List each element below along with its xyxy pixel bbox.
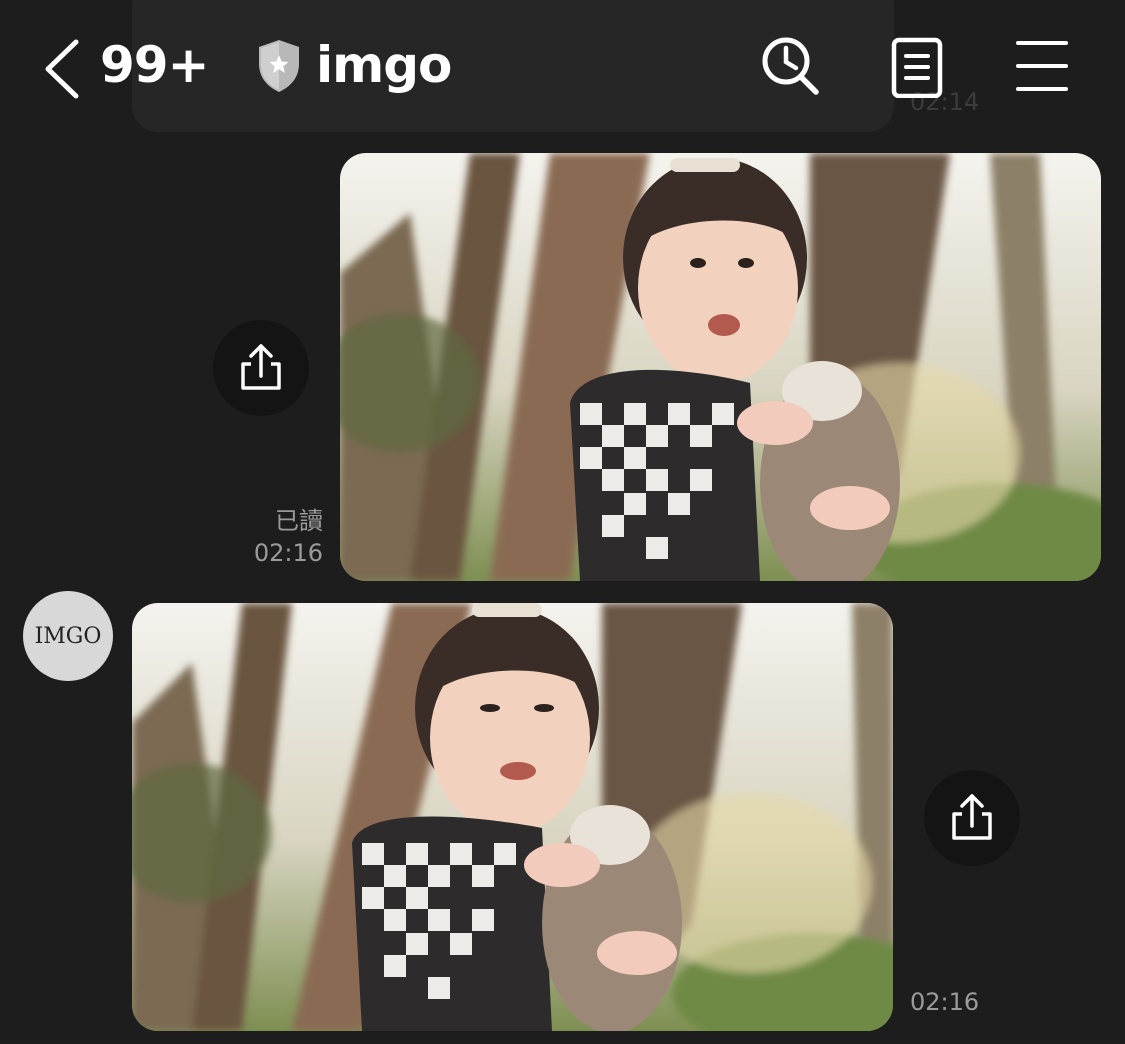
share-icon	[952, 794, 992, 840]
back-button[interactable]	[38, 34, 88, 104]
chat-header: 99+ imgo	[0, 0, 1125, 135]
sent-message-meta: 已讀 02:16	[254, 505, 323, 569]
sent-image-message[interactable]	[340, 153, 1101, 581]
share-button[interactable]	[924, 770, 1020, 866]
message-time: 02:16	[910, 988, 980, 1016]
share-button[interactable]	[213, 320, 309, 416]
share-icon	[241, 344, 281, 390]
avatar[interactable]: IMGO	[23, 591, 113, 681]
notes-button[interactable]	[886, 34, 950, 99]
received-image-message[interactable]	[132, 603, 893, 1031]
read-status: 已讀	[275, 507, 323, 535]
menu-button[interactable]	[1010, 34, 1074, 98]
shield-star-icon	[259, 40, 299, 92]
search-button[interactable]	[758, 34, 822, 98]
chat-title[interactable]: imgo	[316, 36, 452, 94]
avatar-label: IMGO	[34, 623, 102, 649]
search-clock-icon	[762, 37, 819, 95]
notes-icon	[891, 37, 943, 99]
menu-icon	[1016, 41, 1068, 91]
message-time: 02:16	[253, 539, 323, 567]
back-chevron-icon	[45, 39, 79, 99]
unread-count[interactable]: 99+	[100, 36, 209, 94]
